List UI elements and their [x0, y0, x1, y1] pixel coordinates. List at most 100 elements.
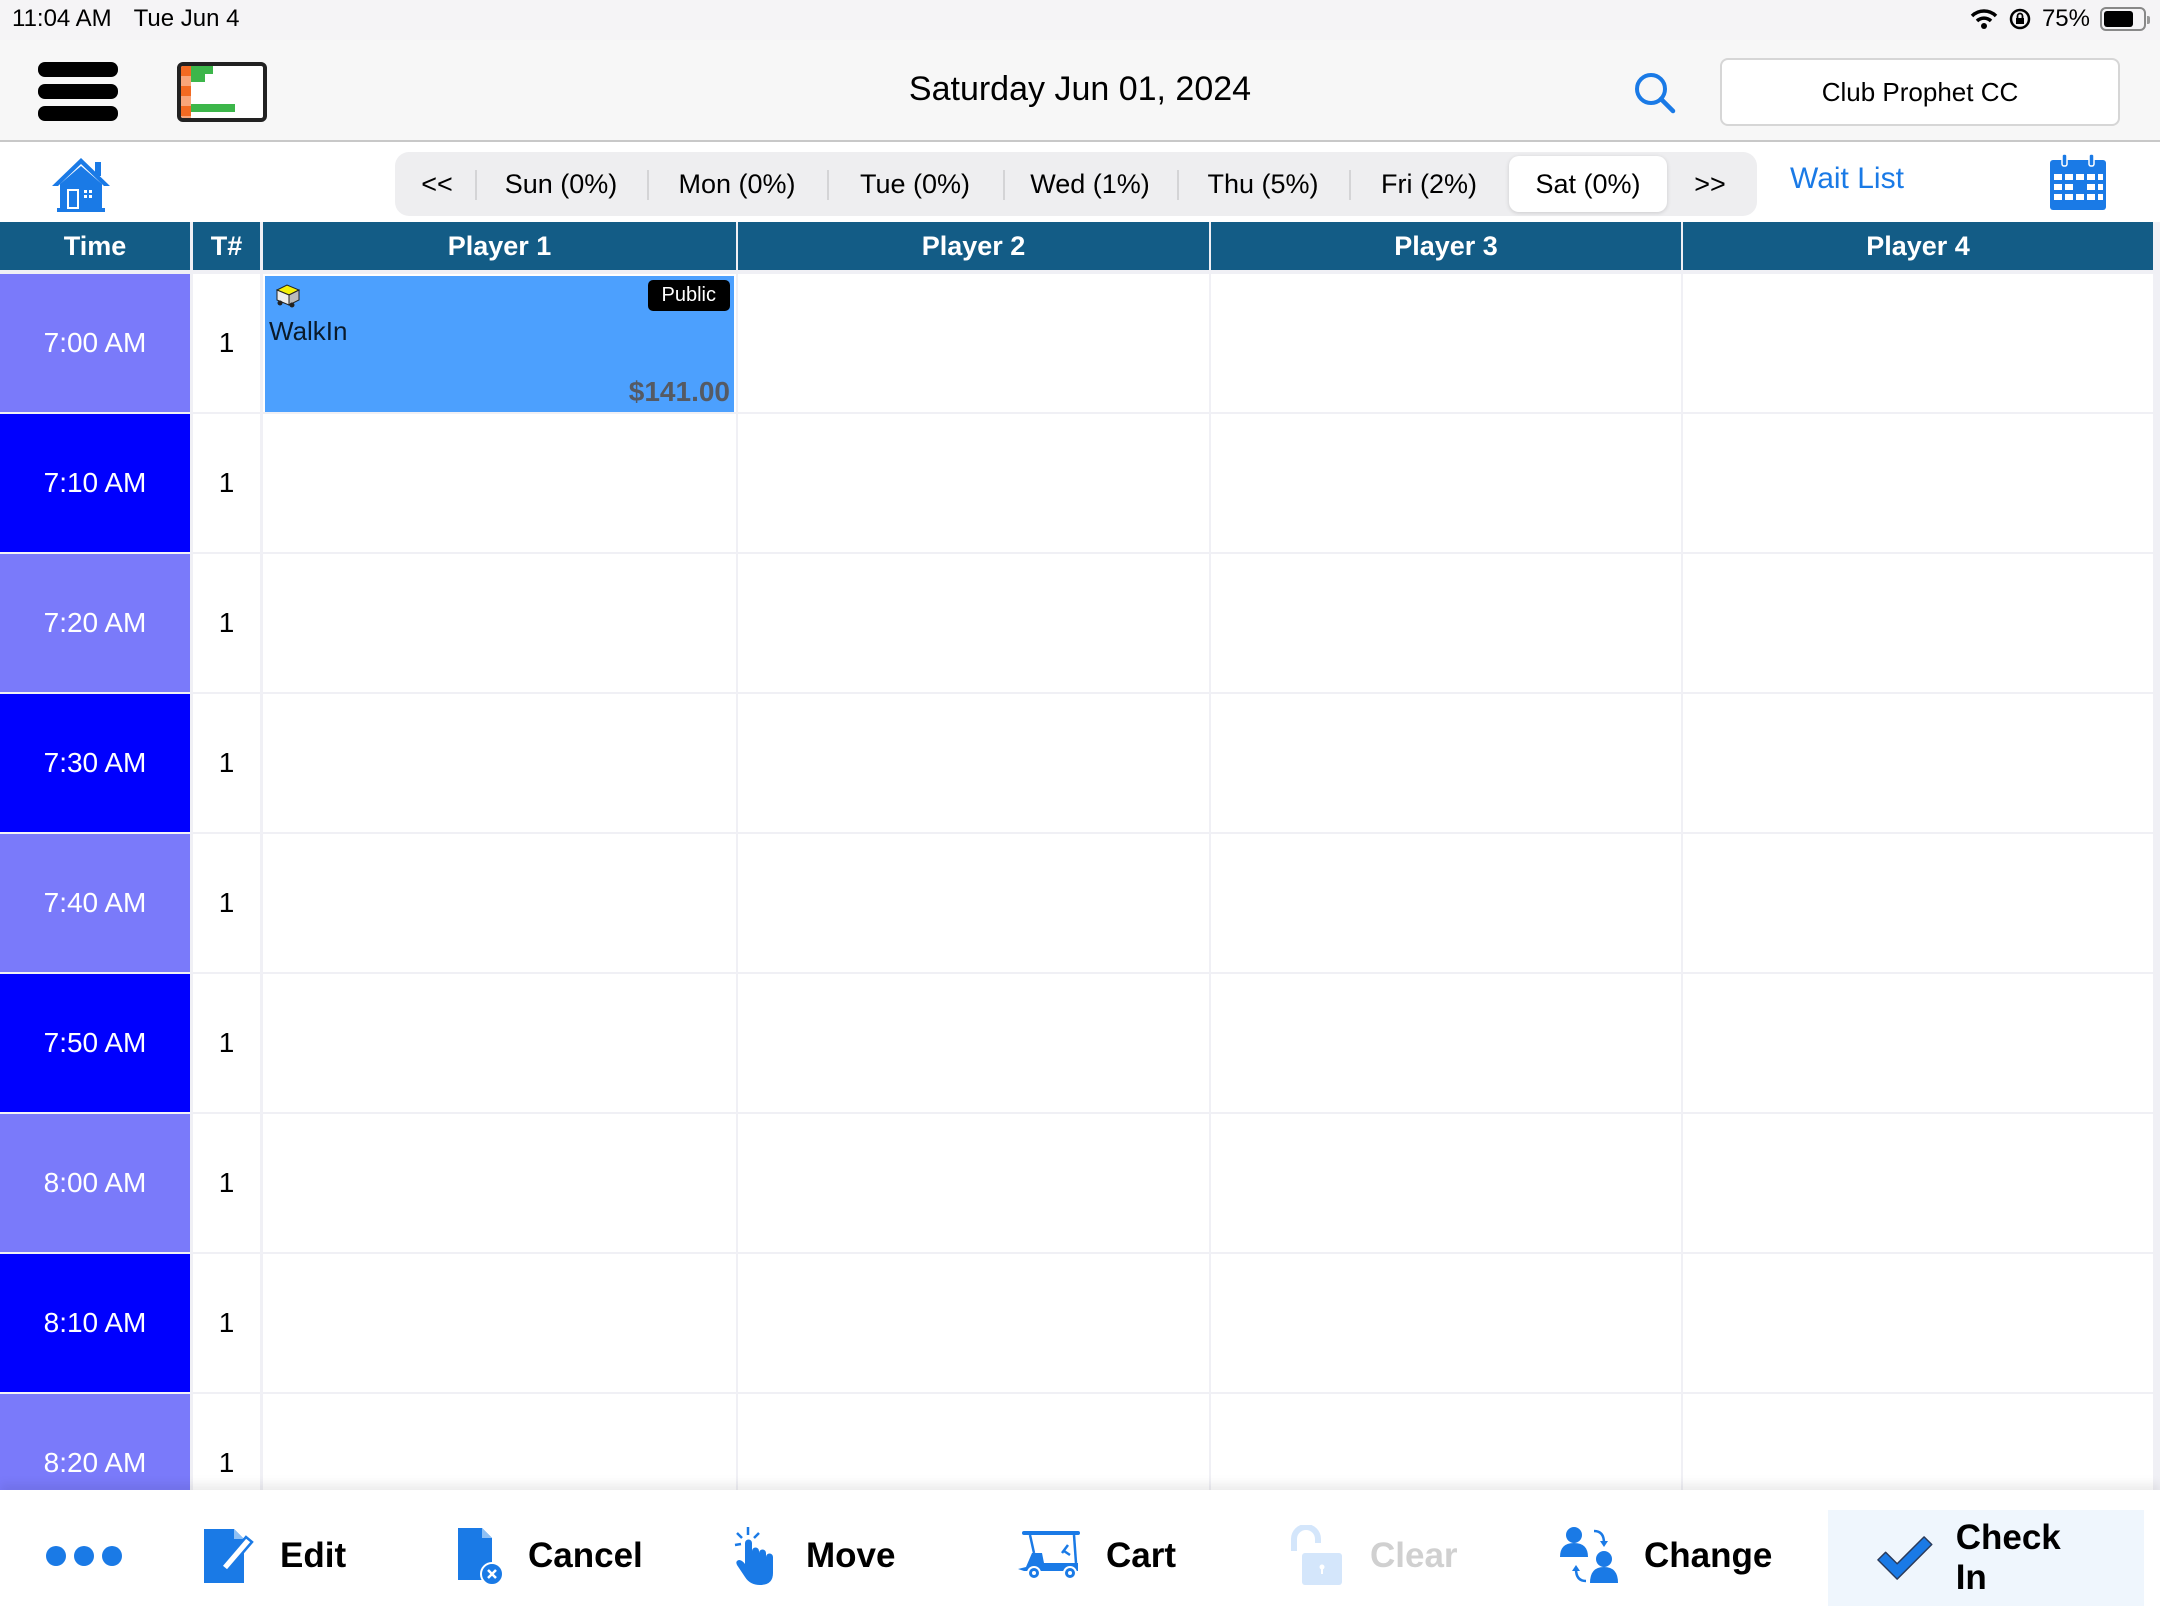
- player-2-slot[interactable]: [738, 834, 1209, 972]
- player-4-slot[interactable]: [1683, 1114, 2153, 1252]
- player-3-slot[interactable]: [1211, 1114, 1681, 1252]
- player-4-slot[interactable]: [1683, 1394, 2153, 1490]
- time-cell[interactable]: 7:50 AM: [0, 974, 190, 1112]
- battery-level: [2104, 11, 2133, 27]
- tee-number-cell: 1: [193, 414, 260, 552]
- player-3-slot[interactable]: [1211, 1254, 1681, 1392]
- battery-icon: [2100, 7, 2150, 31]
- tab-fri[interactable]: Fri (2%): [1349, 156, 1509, 212]
- player-3-slot[interactable]: [1211, 974, 1681, 1112]
- player-1-slot[interactable]: [263, 694, 736, 832]
- tee-time-row: 8:00 AM 1: [0, 1114, 2160, 1254]
- time-cell[interactable]: 7:10 AM: [0, 414, 190, 552]
- tap-hand-icon: [734, 1527, 773, 1585]
- change-button[interactable]: Change: [1560, 1508, 1772, 1604]
- player-3-slot[interactable]: [1211, 834, 1681, 972]
- player-1-slot[interactable]: [263, 834, 736, 972]
- search-icon[interactable]: [1630, 68, 1680, 118]
- player-3-slot[interactable]: [1211, 694, 1681, 832]
- tee-sheet-logo-icon[interactable]: [177, 62, 267, 122]
- tee-number-cell: 1: [193, 554, 260, 692]
- tee-time-row: 7:50 AM 1: [0, 974, 2160, 1114]
- player-3-slot[interactable]: [1211, 414, 1681, 552]
- edit-button[interactable]: Edit: [200, 1508, 346, 1604]
- calendar-icon[interactable]: [2046, 152, 2110, 212]
- tab-thu[interactable]: Thu (5%): [1177, 156, 1349, 212]
- tee-time-row: 8:10 AM 1: [0, 1254, 2160, 1394]
- top-bar: Saturday Jun 01, 2024 Club Prophet CC: [0, 40, 2160, 142]
- player-1-slot[interactable]: [263, 1394, 736, 1490]
- home-icon[interactable]: [46, 154, 116, 214]
- booking-card[interactable]: Public WalkIn $141.00: [265, 276, 734, 412]
- tab-wed[interactable]: Wed (1%): [1003, 156, 1177, 212]
- tee-number-cell: 1: [193, 974, 260, 1112]
- player-2-slot[interactable]: [738, 974, 1209, 1112]
- time-cell[interactable]: 7:40 AM: [0, 834, 190, 972]
- unlock-icon: [1291, 1525, 1342, 1585]
- status-date: Tue Jun 4: [133, 5, 240, 32]
- player-1-slot[interactable]: [263, 1114, 736, 1252]
- column-header-player-3: Player 3: [1211, 222, 1681, 270]
- time-cell[interactable]: 7:30 AM: [0, 694, 190, 832]
- club-selector-button[interactable]: Club Prophet CC: [1720, 58, 2120, 126]
- player-2-slot[interactable]: [738, 1114, 1209, 1252]
- club-name: Club Prophet CC: [1821, 76, 2019, 107]
- column-header-player-4: Player 4: [1683, 222, 2153, 270]
- player-1-slot[interactable]: [263, 414, 736, 552]
- column-header-player-2: Player 2: [738, 222, 1209, 270]
- tab-mon[interactable]: Mon (0%): [647, 156, 827, 212]
- hamburger-icon[interactable]: [38, 62, 118, 122]
- day-navigation: << Sun (0%) Mon (0%) Tue (0%) Wed (1%) T…: [0, 144, 2160, 222]
- time-cell[interactable]: 8:00 AM: [0, 1114, 190, 1252]
- player-4-slot[interactable]: [1683, 1254, 2153, 1392]
- player-3-slot[interactable]: [1211, 274, 1681, 412]
- player-4-slot[interactable]: [1683, 554, 2153, 692]
- player-1-slot[interactable]: [263, 974, 736, 1112]
- clear-label: Clear: [1370, 1536, 1458, 1575]
- player-2-slot[interactable]: [738, 1394, 1209, 1490]
- player-3-slot[interactable]: [1211, 554, 1681, 692]
- player-2-slot[interactable]: [738, 554, 1209, 692]
- player-1-slot[interactable]: [263, 1254, 736, 1392]
- player-4-slot[interactable]: [1683, 414, 2153, 552]
- player-2-slot[interactable]: [738, 274, 1209, 412]
- player-2-slot[interactable]: [738, 694, 1209, 832]
- wifi-icon: [1970, 9, 1998, 29]
- tee-sheet-grid: 7:00 AM 1 Public WalkIn $141.00 7:10 AM 1 7:20 …: [0, 272, 2160, 1490]
- golf-cart-icon: [1018, 1531, 1080, 1580]
- cancel-label: Cancel: [528, 1536, 643, 1575]
- move-label: Move: [806, 1536, 896, 1575]
- wait-list-link[interactable]: Wait List: [1790, 162, 1904, 196]
- time-cell[interactable]: 7:20 AM: [0, 554, 190, 692]
- move-button[interactable]: Move: [734, 1508, 895, 1604]
- tab-sun[interactable]: Sun (0%): [475, 156, 647, 212]
- prev-week-button[interactable]: <<: [399, 156, 475, 212]
- checkmark-icon: [1877, 1536, 1933, 1580]
- clear-button[interactable]: Clear: [1288, 1508, 1458, 1604]
- time-cell[interactable]: 8:10 AM: [0, 1254, 190, 1392]
- player-2-slot[interactable]: [738, 414, 1209, 552]
- player-1-slot[interactable]: Public WalkIn $141.00: [263, 274, 736, 412]
- cancel-button[interactable]: Cancel: [456, 1508, 643, 1604]
- player-4-slot[interactable]: [1683, 834, 2153, 972]
- tee-number-cell: 1: [193, 274, 260, 412]
- check-in-button[interactable]: Check In: [1828, 1510, 2144, 1606]
- player-4-slot[interactable]: [1683, 694, 2153, 832]
- tab-tue[interactable]: Tue (0%): [827, 156, 1003, 212]
- cart-button[interactable]: Cart: [1018, 1508, 1176, 1604]
- player-4-slot[interactable]: [1683, 974, 2153, 1112]
- tee-time-row: 7:20 AM 1: [0, 554, 2160, 694]
- next-week-button[interactable]: >>: [1667, 156, 1753, 212]
- status-bar: 11:04 AM Tue Jun 4 75%: [0, 0, 2160, 40]
- cart-label: Cart: [1106, 1536, 1177, 1575]
- tab-sat[interactable]: Sat (0%): [1509, 156, 1667, 212]
- player-2-slot[interactable]: [738, 1254, 1209, 1392]
- more-button[interactable]: [46, 1508, 122, 1604]
- player-1-slot[interactable]: [263, 554, 736, 692]
- player-3-slot[interactable]: [1211, 1394, 1681, 1490]
- time-cell[interactable]: 7:00 AM: [0, 274, 190, 412]
- time-cell[interactable]: 8:20 AM: [0, 1394, 190, 1490]
- player-4-slot[interactable]: [1683, 274, 2153, 412]
- booking-type-badge: Public: [647, 280, 730, 311]
- swap-users-icon: [1560, 1527, 1618, 1583]
